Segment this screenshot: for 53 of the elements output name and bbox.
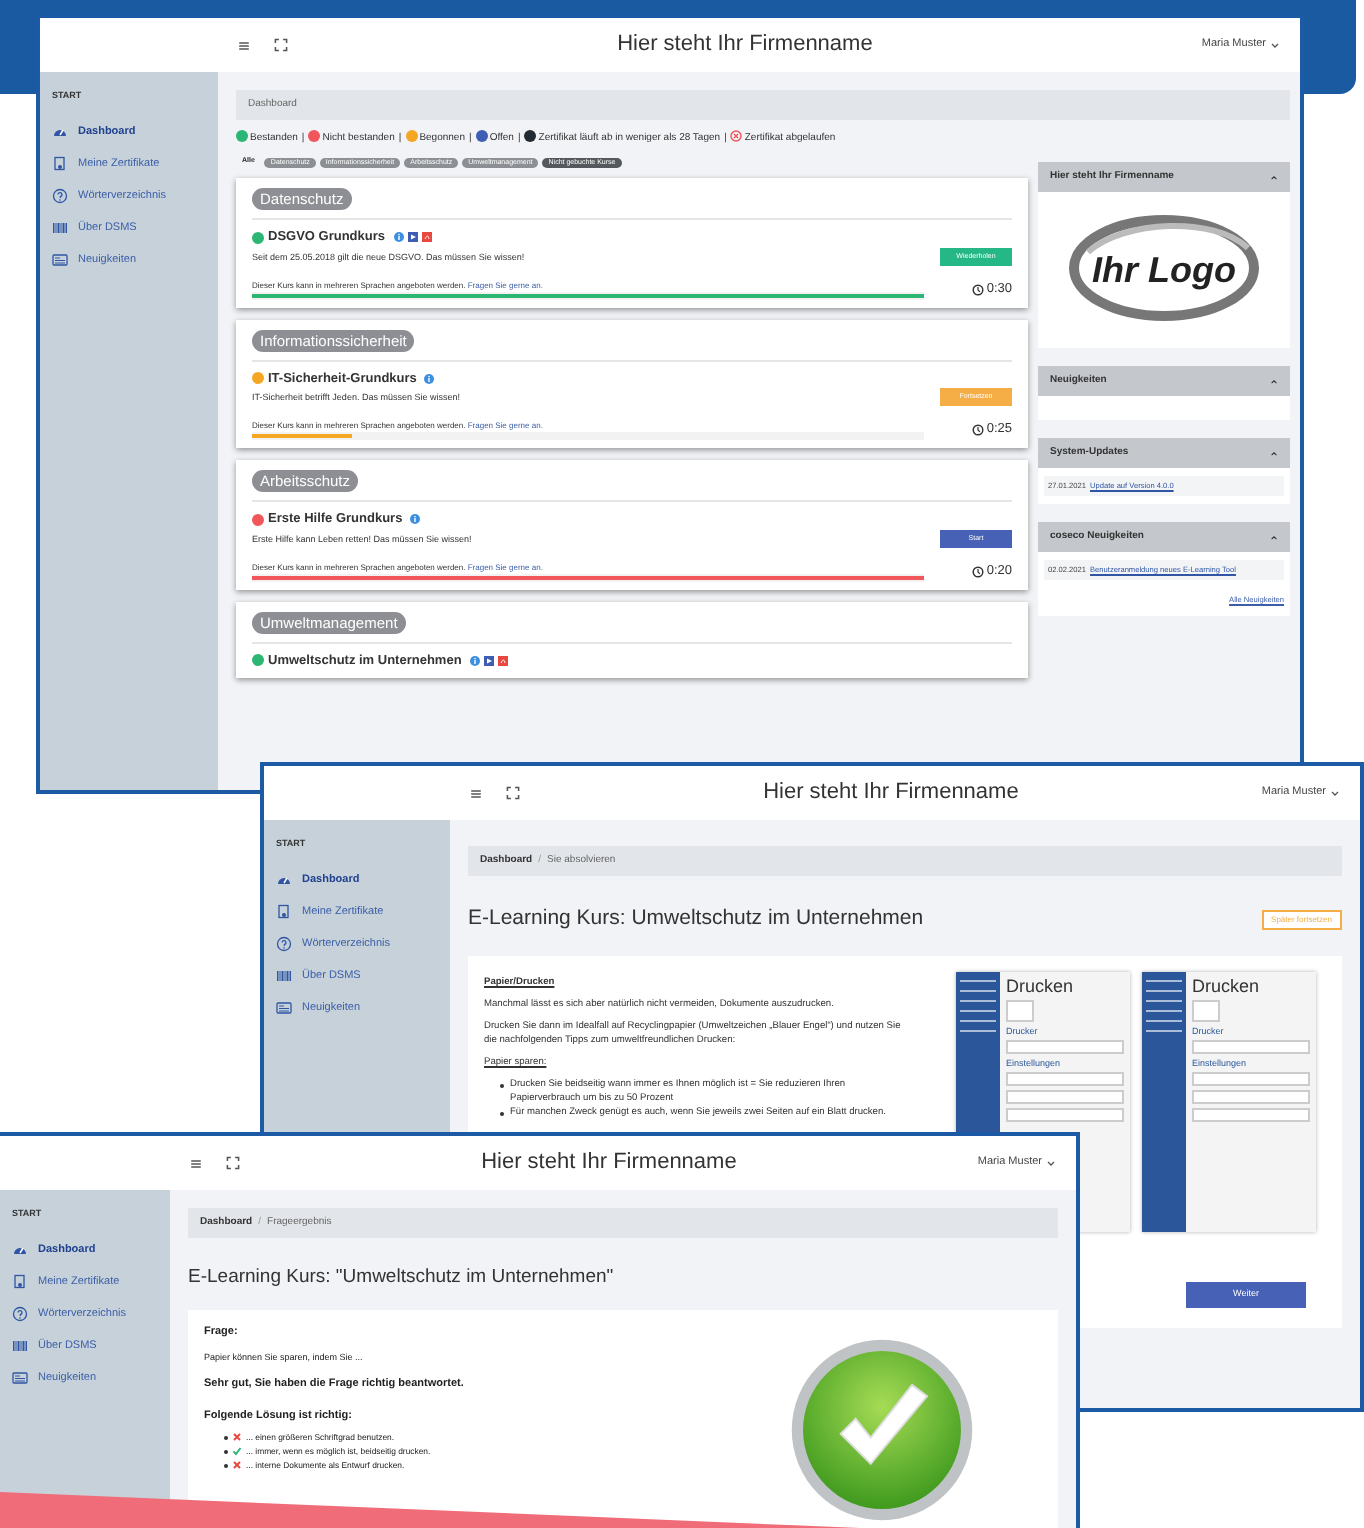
dialog-title: Drucken bbox=[1006, 975, 1076, 996]
barcode-icon bbox=[12, 1337, 28, 1354]
pdf-icon[interactable] bbox=[421, 232, 432, 243]
caret-down-icon[interactable] bbox=[1046, 1158, 1056, 1168]
barcode-icon bbox=[52, 219, 68, 236]
expired-icon bbox=[730, 130, 743, 142]
fullscreen-icon[interactable] bbox=[506, 786, 520, 800]
collapse-icon[interactable] bbox=[1270, 377, 1278, 385]
question-icon bbox=[52, 187, 68, 204]
dropdown-field bbox=[1006, 1039, 1124, 1054]
pdf-icon[interactable] bbox=[497, 655, 508, 666]
info-icon[interactable] bbox=[469, 655, 480, 666]
document-icon bbox=[12, 1273, 28, 1290]
company-name: Hier steht Ihr Firmenname bbox=[763, 778, 1019, 809]
caret-down-icon[interactable] bbox=[1270, 40, 1280, 50]
dropdown-field bbox=[1006, 1107, 1124, 1122]
collapse-icon[interactable] bbox=[1270, 449, 1278, 457]
dropdown-field bbox=[1192, 1089, 1310, 1104]
page-title: E-Learning Kurs: "Umweltschutz im Unternehmen" bbox=[188, 1264, 616, 1292]
dropdown-field bbox=[1192, 1039, 1310, 1054]
fullscreen-icon[interactable] bbox=[274, 38, 288, 52]
collapse-icon[interactable] bbox=[1270, 533, 1278, 541]
menu-icon[interactable] bbox=[238, 39, 250, 51]
dropdown-field bbox=[1192, 1107, 1310, 1122]
newspaper-icon bbox=[52, 251, 68, 268]
caret-down-icon[interactable] bbox=[1330, 788, 1340, 798]
company-name: Hier steht Ihr Firmenname bbox=[481, 1148, 737, 1179]
newspaper-icon bbox=[12, 1369, 28, 1386]
menu-icon[interactable] bbox=[190, 1157, 202, 1169]
company-name: Hier steht Ihr Firmenname bbox=[617, 30, 873, 61]
page-title: E-Learning Kurs: Umweltschutz im Unternehmen bbox=[468, 904, 924, 934]
logo-text: Ihr Logo bbox=[1092, 247, 1236, 294]
newspaper-icon bbox=[276, 999, 292, 1016]
question-icon bbox=[12, 1305, 28, 1322]
document-icon bbox=[276, 903, 292, 920]
dropdown-field bbox=[1006, 1071, 1124, 1086]
clock-icon bbox=[972, 283, 985, 296]
dialog-title: Drucken bbox=[1192, 975, 1262, 996]
video-icon[interactable] bbox=[483, 655, 494, 666]
dropdown-field bbox=[1006, 1089, 1124, 1104]
document-icon bbox=[52, 155, 68, 172]
info-icon[interactable] bbox=[424, 373, 435, 384]
fullscreen-icon[interactable] bbox=[226, 1156, 240, 1170]
info-icon[interactable] bbox=[393, 232, 404, 243]
dropdown-field bbox=[1192, 1071, 1310, 1086]
collapse-icon[interactable] bbox=[1270, 173, 1278, 181]
video-icon[interactable] bbox=[407, 232, 418, 243]
menu-icon[interactable] bbox=[470, 787, 482, 799]
barcode-icon bbox=[276, 967, 292, 984]
clock-icon bbox=[972, 565, 985, 578]
info-icon[interactable] bbox=[410, 514, 421, 525]
clock-icon bbox=[972, 424, 985, 437]
question-icon bbox=[276, 935, 292, 952]
